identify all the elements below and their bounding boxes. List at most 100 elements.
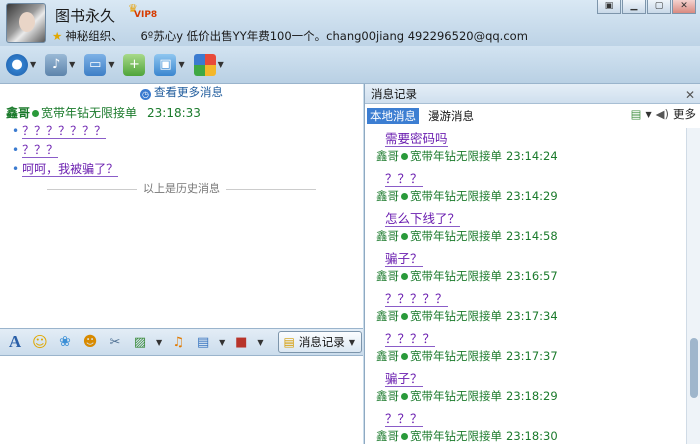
qq-status-icon — [401, 393, 408, 400]
sender-name: 鑫哥 — [376, 349, 399, 363]
message-time: 23:14:29 — [506, 189, 558, 203]
chat-panel: ◷ 查看更多消息 鑫哥 宽带年钻无限接单 23:18:33 •？？？？？？？ •？？？… — [0, 84, 363, 444]
message-time: 23:18:33 — [147, 106, 201, 120]
history-message-header: 鑫哥 宽带年钻无限接单 23:14:29 — [376, 188, 558, 204]
format-toolbar: A ☺ ❀ ☻ ✂ ▨ ▼ ♫ ▤ ▼ ■ ▼ ▤ 消息记录 ▼ — [0, 328, 363, 356]
image-icon[interactable]: ▨ — [131, 333, 149, 351]
bullet-icon: • — [12, 124, 20, 138]
chevron-down-icon: ▼ — [178, 60, 185, 69]
history-message-text: 怎么下线了？ — [385, 211, 461, 227]
history-message: ？？？？？ — [385, 288, 448, 307]
sender-name: 鑫哥 — [376, 189, 399, 203]
apps-button[interactable]: ▼ — [193, 53, 224, 76]
message-text: ？？？？？？？ — [22, 124, 107, 139]
history-title: 消息记录 ✕ — [365, 84, 700, 104]
remote-assist-button[interactable]: ▣ ▼ — [154, 53, 185, 76]
speaker-icon[interactable]: ◀) — [656, 107, 669, 121]
shake-icon[interactable]: ☻ — [81, 333, 99, 351]
signature-text: 6º苏心y 低价出售YY年费100一个。chang00jiang 4922965… — [140, 29, 528, 43]
history-message-header: 鑫哥 宽带年钻无限接单 23:18:30 — [376, 428, 558, 444]
view-more-messages-link[interactable]: ◷ 查看更多消息 — [0, 84, 363, 100]
history-divider-label: 以上是历史消息 — [143, 182, 220, 195]
send-file-button[interactable]: ▭ ▼ — [84, 53, 115, 76]
history-message-header: 鑫哥 宽带年钻无限接单 23:17:37 — [376, 348, 558, 364]
microphone-icon: ♪ — [45, 53, 68, 76]
close-icon[interactable]: ✕ — [685, 85, 695, 105]
bullet-icon: • — [12, 162, 20, 176]
message-time: 23:16:57 — [506, 269, 558, 283]
message-add-icon: + — [123, 53, 146, 76]
screenshot-icon[interactable]: ✂ — [106, 333, 124, 351]
chevron-down-icon: ▼ — [69, 60, 76, 69]
sender-name: 鑫哥 — [376, 309, 399, 323]
music-icon[interactable]: ♫ — [169, 333, 187, 351]
close-button[interactable]: ✕ — [672, 0, 696, 14]
history-log: 需要密码吗 鑫哥 宽带年钻无限接单 23:14:24？？？ 鑫哥 宽带年钻无限接单 23:1… — [365, 128, 685, 444]
message-header: 鑫哥 宽带年钻无限接单 23:18:33 — [6, 104, 201, 121]
history-message: ？？？ — [385, 168, 423, 187]
avatar[interactable] — [6, 3, 46, 43]
scrollbar-thumb[interactable] — [690, 338, 698, 398]
screen-icon[interactable]: ▤ — [194, 333, 212, 351]
history-scrollbar[interactable] — [686, 128, 700, 444]
bullet-icon: • — [12, 143, 20, 157]
chevron-down-icon[interactable]: ▼ — [257, 338, 263, 347]
signature-row: ★ 神秘组织、 6º苏心y 低价出售YY年费100一个。chang00jiang … — [52, 28, 528, 44]
message-log-button[interactable]: ▤ 消息记录 ▼ — [278, 331, 362, 353]
history-message-text: 需要密码吗 — [385, 131, 448, 147]
buddy-name[interactable]: 图书永久 — [55, 5, 115, 26]
folder-icon: ▭ — [84, 53, 107, 76]
message-log-icon: ▤ — [283, 335, 295, 349]
history-title-label: 消息记录 — [371, 87, 417, 101]
gift-icon[interactable]: ❀ — [56, 333, 74, 351]
video-call-button[interactable]: ● ▼ — [6, 53, 37, 76]
chevron-down-icon[interactable]: ▼ — [646, 110, 652, 119]
sender-name: 鑫哥 — [376, 149, 399, 163]
tab-local-messages[interactable]: 本地消息 — [367, 108, 419, 124]
minimize-button[interactable]: ▁ — [622, 0, 646, 14]
tab-roaming-messages[interactable]: 漫游消息 — [425, 108, 477, 124]
sender-tag: 宽带年钻无限接单 — [410, 349, 502, 363]
message-history-panel: 消息记录 ✕ 本地消息 漫游消息 ▤ ▼ ◀) 更多 需要密码吗 鑫哥 宽带年钻无限接单… — [364, 84, 700, 444]
history-message: ？？？ — [385, 408, 423, 427]
record-icon[interactable]: ■ — [232, 333, 250, 351]
qq-status-icon — [401, 193, 408, 200]
qq-status-icon — [401, 353, 408, 360]
history-message-header: 鑫哥 宽带年钻无限接单 23:18:29 — [376, 388, 558, 404]
skin-button[interactable]: ▣ — [597, 0, 621, 14]
qq-status-icon — [401, 433, 408, 440]
sender-tag: 宽带年钻无限接单 — [410, 309, 502, 323]
emoji-icon[interactable]: ☺ — [31, 333, 49, 351]
history-message-text: ？？？ — [385, 411, 423, 427]
font-icon[interactable]: A — [6, 332, 24, 351]
message-text: 呵呵，我被骗了？ — [22, 162, 119, 177]
qq-status-icon — [401, 153, 408, 160]
vip-badge[interactable]: VIP8 — [134, 10, 157, 20]
chat-message: • 呵呵，我被骗了？ — [12, 160, 119, 177]
chevron-down-icon: ▼ — [30, 60, 37, 69]
history-message-header: 鑫哥 宽带年钻无限接单 23:14:24 — [376, 148, 558, 164]
message-time: 23:17:34 — [506, 309, 558, 323]
message-input[interactable] — [0, 356, 363, 444]
chevron-down-icon: ▼ — [108, 60, 115, 69]
maximize-button[interactable]: ▢ — [647, 0, 671, 14]
send-message-button[interactable]: + — [123, 53, 146, 76]
chevron-down-icon: ▼ — [348, 337, 355, 347]
chevron-down-icon: ▼ — [217, 60, 224, 69]
history-message-header: 鑫哥 宽带年钻无限接单 23:14:58 — [376, 228, 558, 244]
sender-name: 鑫哥 — [376, 429, 399, 443]
voice-call-button[interactable]: ♪ ▼ — [45, 53, 76, 76]
history-message-header: 鑫哥 宽带年钻无限接单 23:17:34 — [376, 308, 558, 324]
history-message: 骗子？ — [385, 368, 423, 387]
window-controls: ▣ ▁ ▢ ✕ — [596, 0, 696, 14]
sender-tag: 宽带年钻无限接单 — [410, 189, 502, 203]
export-icon[interactable]: ▤ — [631, 107, 642, 121]
history-message: 骗子？ — [385, 248, 423, 267]
more-button[interactable]: 更多 — [673, 106, 696, 122]
chevron-down-icon[interactable]: ▼ — [156, 338, 162, 347]
history-message-text: ？？？ — [385, 171, 423, 187]
sender-tag: 宽带年钻无限接单 — [410, 149, 502, 163]
title-bar: 图书永久 ♛ VIP8 ★ 神秘组织、 6º苏心y 低价出售YY年费100一个。c… — [0, 0, 700, 46]
star-icon: ★ — [52, 29, 63, 43]
chevron-down-icon[interactable]: ▼ — [219, 338, 225, 347]
